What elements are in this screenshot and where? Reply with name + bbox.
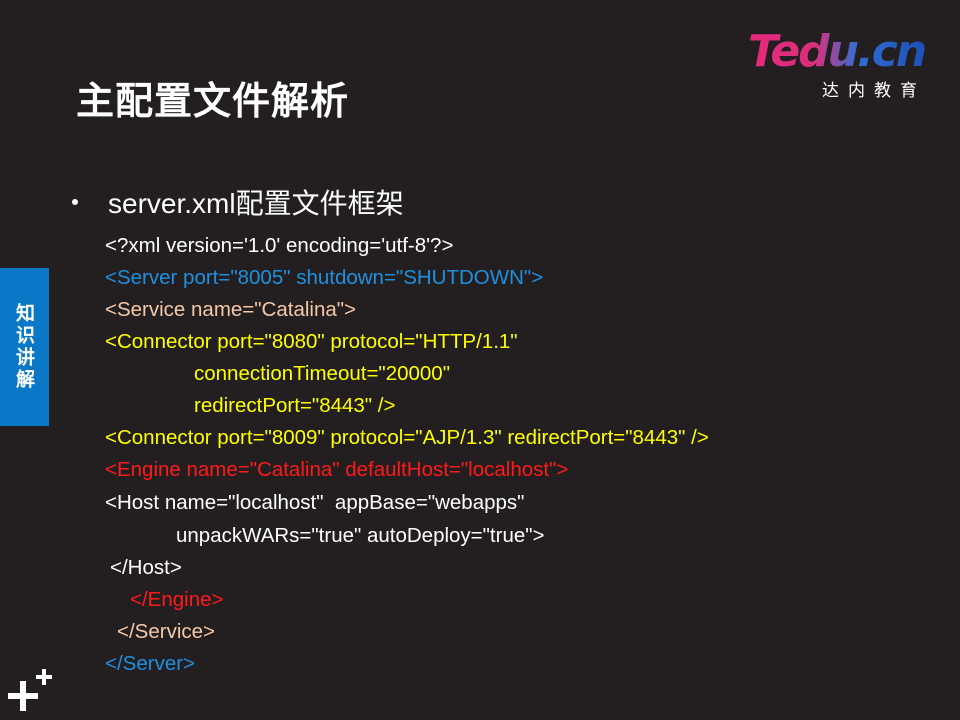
bullet-text: server.xml配置文件框架 <box>108 188 404 219</box>
code-line: <Service name="Catalina"> <box>105 298 357 321</box>
plus-plus-icon <box>8 669 52 711</box>
code-line: <Connector port="8009" protocol="AJP/1.3… <box>105 426 709 449</box>
tedu-logo: Tedu.cn 达内教育 <box>748 26 938 102</box>
code-line: <?xml version='1.0' encoding='utf-8'?> <box>105 234 454 257</box>
code-line: </Server> <box>105 652 196 675</box>
code-line: unpackWARs="true" autoDeploy="true"> <box>176 524 545 547</box>
code-line: redirectPort="8443" /> <box>194 394 396 417</box>
bullet-dot-icon <box>72 199 78 205</box>
logo-subtitle: 达内教育 <box>822 81 926 101</box>
logo-wordmark: Tedu.cn <box>748 26 927 77</box>
code-line: connectionTimeout="20000" <box>194 362 450 385</box>
code-line: <Host name="localhost" appBase="webapps" <box>105 491 525 514</box>
side-tab: 知识讲解 <box>0 268 49 426</box>
code-line: <Engine name="Catalina" defaultHost="loc… <box>105 458 569 481</box>
bullet-item: server.xml配置文件框架 <box>72 184 404 220</box>
side-tab-label: 知识讲解 <box>13 303 35 391</box>
code-line: </Engine> <box>130 588 224 611</box>
code-line: </Host> <box>110 556 182 579</box>
slide-title: 主配置文件解析 <box>76 81 350 123</box>
code-line: <Connector port="8080" protocol="HTTP/1.… <box>105 330 518 353</box>
slide: 主配置文件解析 Tedu.cn 达内教育 server.xml配置文件框架 <?… <box>0 0 960 720</box>
code-line: <Server port="8005" shutdown="SHUTDOWN"> <box>105 266 544 289</box>
code-line: </Service> <box>117 620 215 643</box>
